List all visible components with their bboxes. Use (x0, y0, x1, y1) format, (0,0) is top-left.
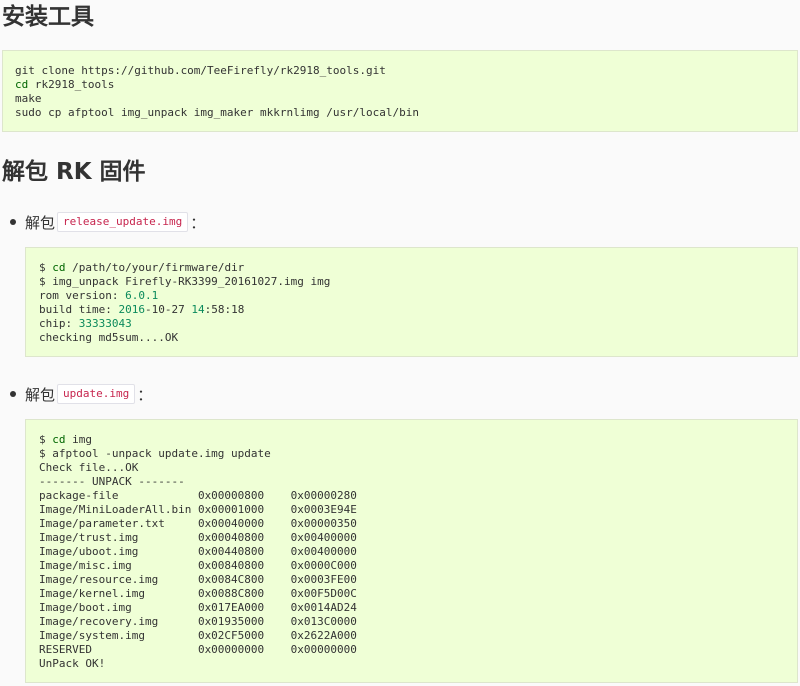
code-text: /path/to/your/firmware/dir (65, 261, 245, 274)
code-number: 6.0.1 (125, 289, 159, 302)
code-block-release-unpack: $ cd /path/to/your/firmware/dir $ img_un… (25, 247, 798, 357)
list-item-label: 解包 (25, 385, 56, 404)
code-line: UnPack OK! (39, 657, 106, 670)
partition-row: package-file 0x00000800 0x00000280 (39, 489, 357, 502)
section-heading-unpack-rk-firmware: 解包 RK 固件 (2, 159, 146, 185)
code-text: chip: (39, 317, 79, 330)
code-number: 14 (191, 303, 205, 316)
code-text: -10-27 (144, 303, 192, 316)
partition-row: Image/uboot.img 0x00440800 0x00400000 (39, 545, 357, 558)
inline-code-filename: release_update.img (57, 212, 189, 232)
code-number: 2016 (118, 303, 145, 316)
code-block-update-unpack: $ cd img $ afptool -unpack update.img up… (25, 419, 798, 683)
partition-row: Image/recovery.img 0x01935000 0x013C0000 (39, 615, 357, 628)
code-keyword: cd (52, 433, 66, 446)
partition-row: Image/parameter.txt 0x00040000 0x0000035… (39, 517, 357, 530)
list-item-label: 解包 (25, 213, 56, 232)
code-line: checking md5sum....OK (39, 331, 179, 344)
partition-row: Image/resource.img 0x0084C800 0x0003FE00 (39, 573, 357, 586)
code-text: :58:18 (204, 303, 245, 316)
section-heading-install-tools: 安装工具 (2, 4, 94, 30)
code-line: make (15, 92, 42, 105)
code-line: ------- UNPACK ------- (39, 475, 185, 488)
code-text: img (65, 433, 92, 446)
partition-row: RESERVED 0x00000000 0x00000000 (39, 643, 357, 656)
code-line: Check file...OK (39, 461, 139, 474)
code-keyword: cd (15, 78, 29, 91)
list-item-release-update: 解包 release_update.img ： (10, 211, 205, 233)
code-prompt: $ (39, 261, 53, 274)
partition-row: Image/MiniLoaderAll.bin 0x00001000 0x000… (39, 503, 357, 516)
inline-code-filename: update.img (57, 384, 136, 404)
partition-row: Image/trust.img 0x00040800 0x00400000 (39, 531, 357, 544)
code-line: $ afptool -unpack update.img update (39, 447, 271, 460)
code-block-install: git clone https://github.com/TeeFirefly/… (2, 50, 798, 132)
partition-row: Image/misc.img 0x00840800 0x0000C000 (39, 559, 357, 572)
code-prompt: $ (39, 433, 53, 446)
bullet-dot-icon (10, 391, 16, 397)
code-keyword: cd (52, 261, 66, 274)
list-item-colon: ： (190, 213, 206, 232)
code-text: rom version: (39, 289, 126, 302)
list-item-colon: ： (137, 385, 153, 404)
bullet-dot-icon (10, 219, 16, 225)
document-page: 安装工具 git clone https://github.com/TeeFir… (0, 0, 800, 686)
code-line: git clone https://github.com/TeeFirefly/… (15, 64, 386, 77)
code-line: sudo cp afptool img_unpack img_maker mkk… (15, 106, 419, 119)
partition-row: Image/kernel.img 0x0088C800 0x00F5D00C (39, 587, 357, 600)
code-text: build time: (39, 303, 119, 316)
code-text: rk2918_tools (28, 78, 115, 91)
partition-row: Image/boot.img 0x017EA000 0x0014AD24 (39, 601, 357, 614)
code-number: 33333043 (78, 317, 132, 330)
partition-row: Image/system.img 0x02CF5000 0x2622A000 (39, 629, 357, 642)
list-item-update-img: 解包 update.img ： (10, 383, 152, 405)
code-line: $ img_unpack Firefly-RK3399_20161027.img… (39, 275, 331, 288)
